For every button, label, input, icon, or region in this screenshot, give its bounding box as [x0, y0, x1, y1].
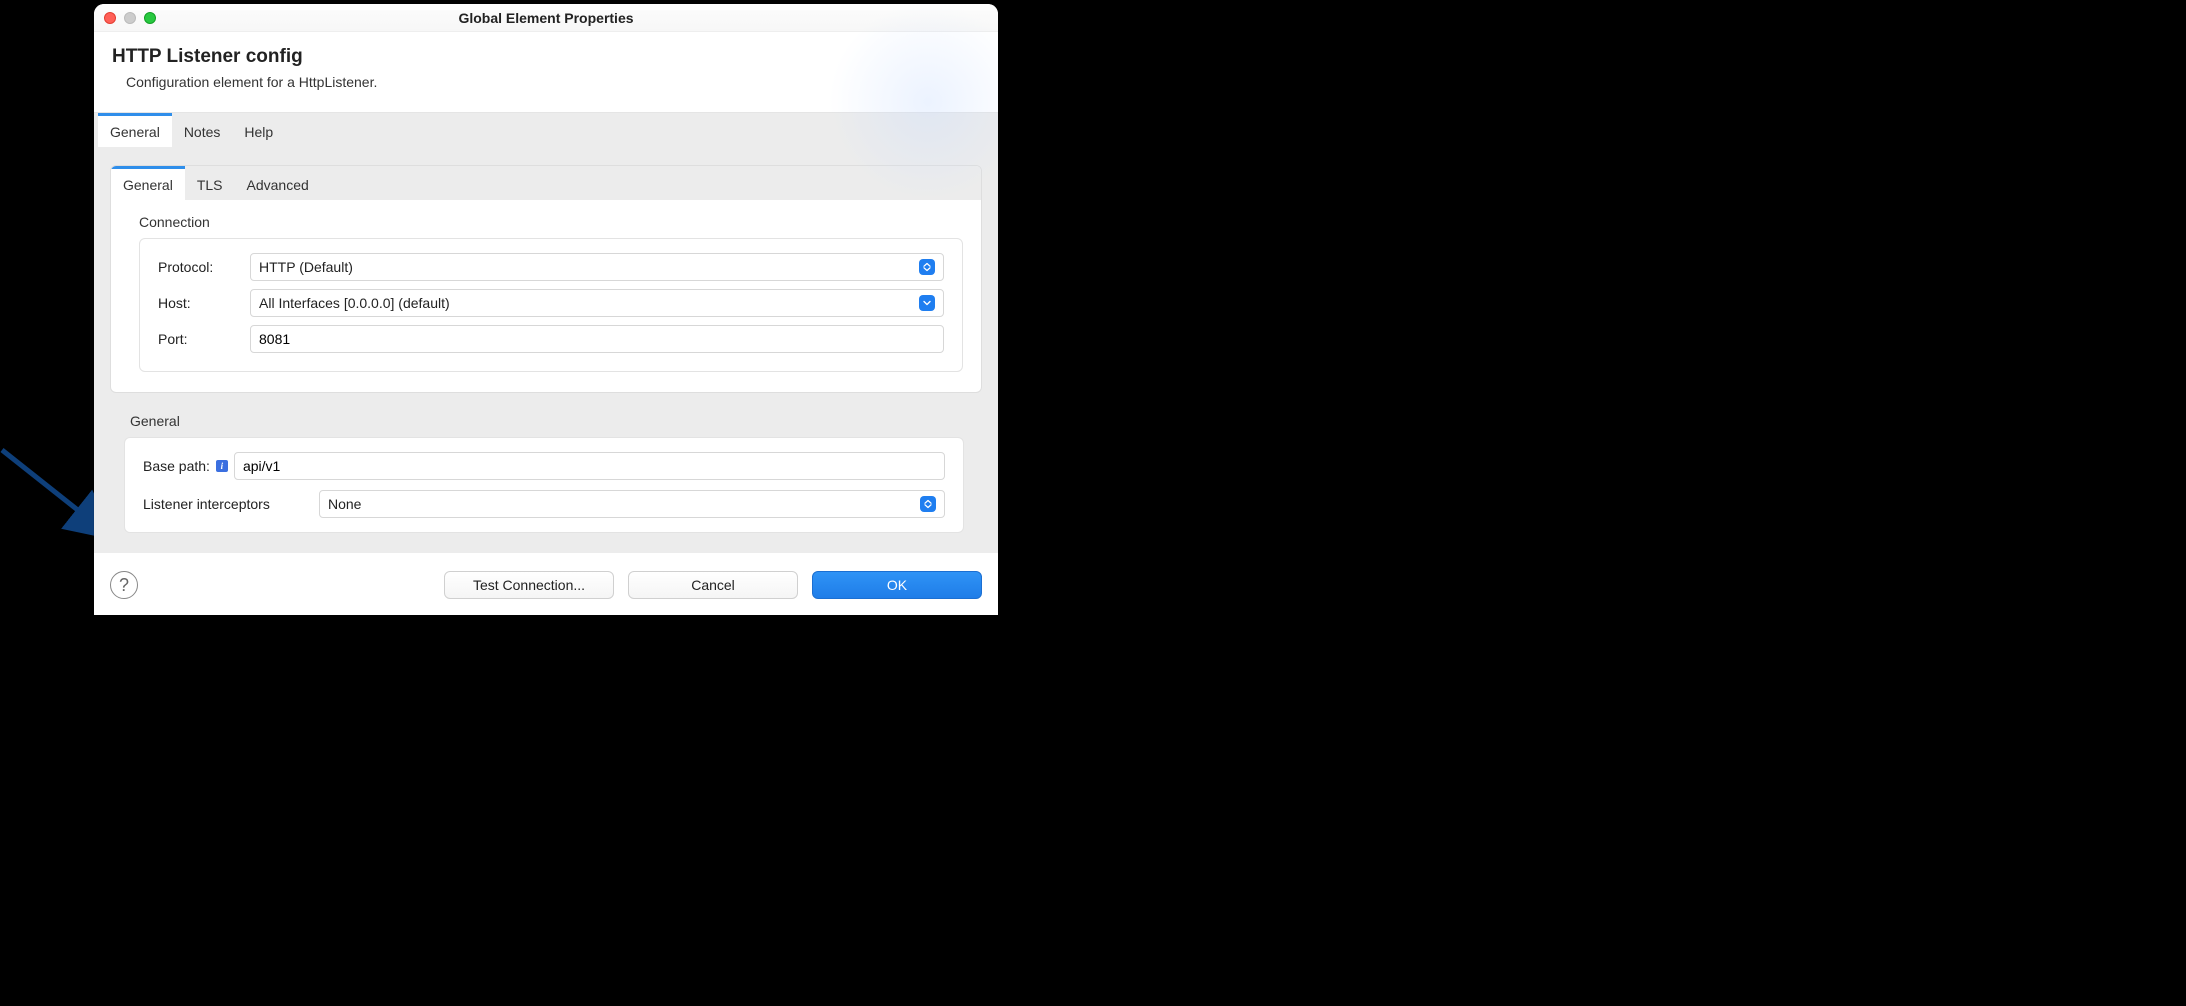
inner-tabstrip: General TLS Advanced	[111, 166, 981, 200]
protocol-dropdown-icon	[919, 259, 935, 275]
inner-tab-general[interactable]: General	[111, 166, 185, 200]
protocol-label: Protocol:	[158, 259, 244, 275]
connection-group-label: Connection	[139, 214, 963, 230]
dialog-header: HTTP Listener config Configuration eleme…	[94, 32, 998, 112]
help-icon: ?	[119, 575, 129, 596]
connection-group: Protocol: HTTP (Default) Host:	[139, 238, 963, 372]
general-section: General Base path: i Listener intercepto…	[110, 393, 982, 537]
cancel-button[interactable]: Cancel	[628, 571, 798, 599]
inner-panel: General TLS Advanced Connection Protocol…	[110, 165, 982, 393]
outer-tab-content: General TLS Advanced Connection Protocol…	[94, 147, 998, 553]
listener-interceptors-dropdown-icon	[920, 496, 936, 512]
help-button[interactable]: ?	[110, 571, 138, 599]
tab-general[interactable]: General	[98, 113, 172, 147]
test-connection-button[interactable]: Test Connection...	[444, 571, 614, 599]
listener-interceptors-value: None	[328, 496, 920, 512]
minimize-icon[interactable]	[124, 12, 136, 24]
host-dropdown-icon	[919, 295, 935, 311]
listener-interceptors-label: Listener interceptors	[143, 496, 313, 512]
general-group-label: General	[130, 413, 964, 429]
close-icon[interactable]	[104, 12, 116, 24]
window-title: Global Element Properties	[458, 10, 633, 26]
protocol-select[interactable]: HTTP (Default)	[250, 253, 944, 281]
general-group: Base path: i Listener interceptors None	[124, 437, 964, 533]
host-select[interactable]: All Interfaces [0.0.0.0] (default)	[250, 289, 944, 317]
host-label: Host:	[158, 295, 244, 311]
base-path-input[interactable]	[234, 452, 945, 480]
port-label: Port:	[158, 331, 244, 347]
zoom-icon[interactable]	[144, 12, 156, 24]
inner-tab-tls[interactable]: TLS	[185, 166, 235, 200]
inner-tab-content: Connection Protocol: HTTP (Default)	[111, 200, 981, 392]
base-path-label: Base path:	[143, 458, 210, 474]
tab-help[interactable]: Help	[232, 113, 285, 147]
protocol-value: HTTP (Default)	[259, 259, 919, 275]
dialog-window: Global Element Properties HTTP Listener …	[94, 4, 998, 615]
inner-tab-advanced[interactable]: Advanced	[235, 166, 321, 200]
buttons-bar: ? Test Connection... Cancel OK	[94, 553, 998, 615]
info-icon: i	[216, 460, 228, 472]
host-value: All Interfaces [0.0.0.0] (default)	[259, 295, 919, 311]
ok-button[interactable]: OK	[812, 571, 982, 599]
port-input[interactable]	[250, 325, 944, 353]
tab-notes[interactable]: Notes	[172, 113, 233, 147]
listener-interceptors-select[interactable]: None	[319, 490, 945, 518]
traffic-lights	[104, 12, 156, 24]
